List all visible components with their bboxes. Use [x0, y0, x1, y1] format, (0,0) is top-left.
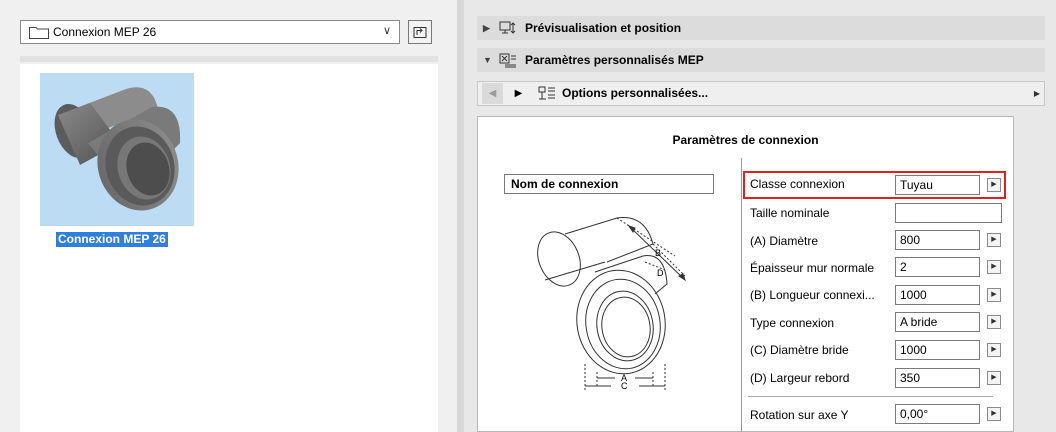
param-arrow-button[interactable]: ▶ [987, 371, 1001, 385]
param-label: (C) Diamètre bride [750, 343, 849, 357]
param-value-field[interactable]: A bride [895, 312, 980, 332]
pipe-connection-preview [54, 87, 181, 211]
expand-arrow-icon: ▶ [483, 23, 490, 33]
collapse-arrow-icon: ▼ [483, 55, 492, 65]
chevron-right-icon[interactable]: ▶ [1034, 82, 1040, 105]
chevron-down-icon: ∨ [382, 25, 391, 37]
param-value-field[interactable]: 350 [895, 368, 980, 388]
folder-up-icon [413, 27, 427, 38]
mep-parameters-header[interactable]: ▼ Paramètres personnalisés MEP [477, 48, 1045, 72]
library-item-thumbnail[interactable] [40, 73, 194, 226]
folder-up-button[interactable] [408, 20, 432, 44]
preview-position-icon [499, 21, 516, 34]
param-label: (A) Diamètre [750, 234, 819, 248]
folder-icon [29, 27, 49, 39]
param-arrow-button[interactable]: ▶ [987, 288, 1001, 302]
connection-diagram: B D A C [537, 217, 686, 391]
folder-dropdown[interactable]: Connexion MEP 26 ∨ [20, 20, 400, 44]
param-value-field[interactable]: 1000 [895, 285, 980, 305]
folder-dropdown-value: Connexion MEP 26 [53, 25, 157, 39]
panel-divider[interactable] [457, 0, 464, 432]
param-label: Épaisseur mur normale [750, 261, 875, 275]
param-arrow-button[interactable]: ▶ [987, 315, 1001, 329]
param-value-field[interactable]: 0,00° [895, 404, 980, 424]
connection-name-field[interactable]: Nom de connexion [504, 174, 714, 194]
mep-parameters-icon [499, 53, 516, 68]
param-label: Type connexion [750, 316, 835, 330]
diagram-label-d: D [657, 268, 664, 278]
vertical-separator [741, 158, 742, 432]
param-label: Rotation sur axe Y [750, 408, 849, 422]
diagram-label-c: C [621, 381, 628, 391]
param-value-field[interactable]: 800 [895, 230, 980, 250]
mep-parameters-label: Paramètres personnalisés MEP [525, 53, 704, 67]
param-label: (D) Largeur rebord [750, 371, 850, 385]
param-arrow-button[interactable]: ▶ [987, 407, 1001, 421]
param-arrow-button[interactable]: ▶ [987, 343, 1001, 357]
custom-options-icon [538, 86, 555, 100]
preview-position-label: Prévisualisation et position [525, 21, 682, 35]
connection-parameters-title: Paramètres de connexion [672, 133, 819, 147]
previous-page-button[interactable]: ◀ [482, 83, 503, 104]
custom-options-label[interactable]: Options personnalisées... [562, 82, 708, 105]
param-arrow-button[interactable]: ▶ [987, 233, 1001, 247]
param-separator [748, 396, 993, 397]
panel-separator [20, 56, 438, 62]
next-page-button[interactable]: ▶ [508, 83, 529, 104]
diagram-label-b: B [655, 248, 661, 258]
highlight-box [743, 171, 1006, 199]
param-label: (B) Longueur connexi... [750, 288, 875, 302]
param-value-field[interactable]: 1000 [895, 340, 980, 360]
param-value-field[interactable] [895, 203, 1002, 223]
param-value-field[interactable]: 2 [895, 257, 980, 277]
param-label: Taille nominale [750, 206, 830, 220]
preview-position-header[interactable]: ▶ Prévisualisation et position [477, 16, 1045, 40]
param-arrow-button[interactable]: ▶ [987, 260, 1001, 274]
options-navigator: ◀ ▶ Options personnalisées... ▶ [477, 81, 1045, 106]
library-item-label[interactable]: Connexion MEP 26 [56, 232, 168, 247]
